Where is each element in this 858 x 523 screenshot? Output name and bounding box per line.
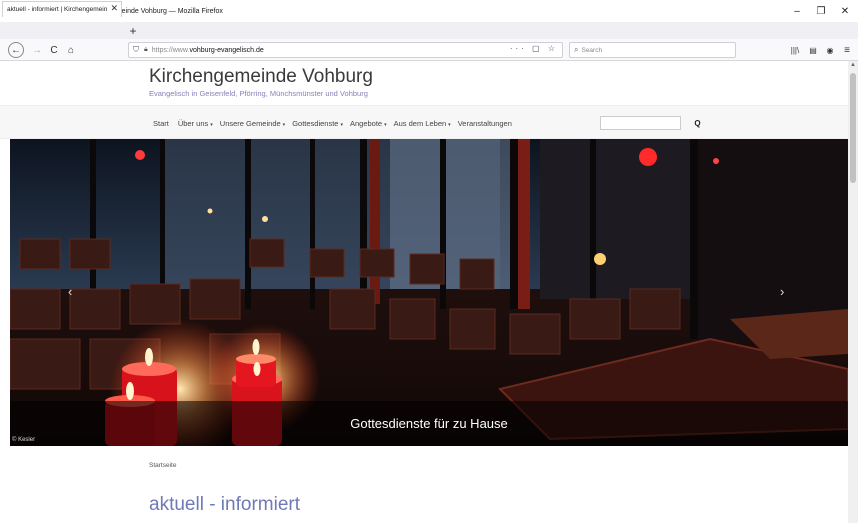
scrollbar-thumb[interactable] — [850, 73, 856, 183]
sidebar-icon[interactable]: ▤ — [806, 42, 820, 58]
search-bar[interactable]: ⌕ Search — [569, 42, 736, 58]
lock-icon[interactable]: 🔒︎ — [144, 46, 148, 54]
chevron-down-icon: ▾ — [448, 121, 451, 128]
search-placeholder: Search — [581, 46, 603, 54]
url-protocol: https://www. — [151, 46, 190, 54]
window-titlebar: aktuell - informiert | Kirchengemeinde V… — [0, 0, 858, 22]
nav-item-unsere-gemeinde[interactable]: Unsere Gemeinde ▾ — [220, 119, 285, 128]
nav-item-start[interactable]: Start — [153, 119, 171, 128]
nav-item-ueber-uns[interactable]: Über uns ▾ — [178, 119, 213, 128]
page-actions-icons[interactable]: ··· ▢ ☆ — [510, 44, 558, 53]
chevron-down-icon: ▾ — [384, 121, 387, 128]
close-window-button[interactable]: ✕ — [834, 0, 856, 22]
site-title[interactable]: Kirchengemeinde Vohburg — [149, 66, 373, 88]
minimize-button[interactable]: – — [786, 0, 808, 22]
chevron-down-icon: ▾ — [340, 121, 343, 128]
chevron-down-icon: ▾ — [282, 121, 286, 128]
back-button[interactable]: ← — [8, 42, 24, 58]
scroll-up-icon[interactable]: ▲ — [850, 62, 856, 68]
reload-button[interactable]: C — [45, 41, 63, 59]
page-title: aktuell - informiert — [149, 494, 300, 515]
tab-close-icon[interactable]: ✕ — [110, 3, 118, 14]
nav-items: Start Über uns ▾ Unsere Gemeinde ▾ Gottesd… — [153, 106, 514, 140]
slider-prev-button[interactable]: ‹ — [68, 284, 72, 299]
nav-item-angebote[interactable]: Angebote ▾ — [350, 119, 387, 128]
navigation-toolbar: ← → C ⌂ ⛉ 🔒︎ https://www.vohburg-evangel… — [0, 39, 858, 61]
tab-label: aktuell - informiert | Kirchengemein — [7, 6, 107, 13]
search-icon: ⌕ — [574, 45, 579, 54]
home-button[interactable]: ⌂ — [62, 41, 80, 59]
forward-button[interactable]: → — [28, 41, 46, 59]
page-viewport: Kirchengemeinde Vohburg Evangelisch in G… — [0, 61, 848, 523]
hero-slider[interactable]: ‹ › Gottesdienste für zu Hause © Kesler — [10, 139, 848, 446]
tracking-shield-icon[interactable]: ⛉ — [133, 45, 139, 55]
breadcrumb[interactable]: Startseite — [149, 462, 176, 469]
new-tab-button[interactable]: + — [126, 22, 140, 39]
site-search-input[interactable] — [600, 116, 681, 130]
page-scrollbar[interactable]: ▲ — [848, 61, 858, 523]
nav-item-gottesdienste[interactable]: Gottesdienste ▾ — [292, 119, 343, 128]
chevron-down-icon: ▾ — [210, 121, 213, 128]
url-text[interactable]: https://www.vohburg-evangelisch.de — [152, 47, 264, 54]
main-navigation: Start Über uns ▾ Unsere Gemeinde ▾ Gottesd… — [0, 105, 848, 139]
menu-icon[interactable]: ≡ — [840, 42, 854, 58]
slider-next-button[interactable]: › — [780, 284, 784, 299]
account-icon[interactable]: ◉ — [823, 42, 837, 58]
site-subtitle: Evangelisch in Geisenfeld, Pförring, Mün… — [149, 89, 368, 98]
url-domain: vohburg-evangelisch.de — [189, 46, 264, 54]
site-search-button[interactable]: Q — [685, 116, 710, 130]
nav-item-aus-dem-leben[interactable]: Aus dem Leben ▾ — [394, 119, 451, 128]
library-icon[interactable]: |||\ — [788, 42, 802, 58]
tab-active[interactable]: aktuell - informiert | Kirchengemein ✕ — [2, 1, 122, 17]
hero-image — [10, 139, 848, 446]
slide-caption[interactable]: Gottesdienste für zu Hause — [10, 401, 848, 446]
maximize-button[interactable]: ❐ — [810, 0, 832, 22]
nav-item-veranstaltungen[interactable]: Veranstaltungen — [458, 119, 514, 128]
url-bar[interactable]: ⛉ 🔒︎ https://www.vohburg-evangelisch.de … — [128, 42, 563, 58]
photo-credit: © Kesler — [12, 437, 36, 443]
